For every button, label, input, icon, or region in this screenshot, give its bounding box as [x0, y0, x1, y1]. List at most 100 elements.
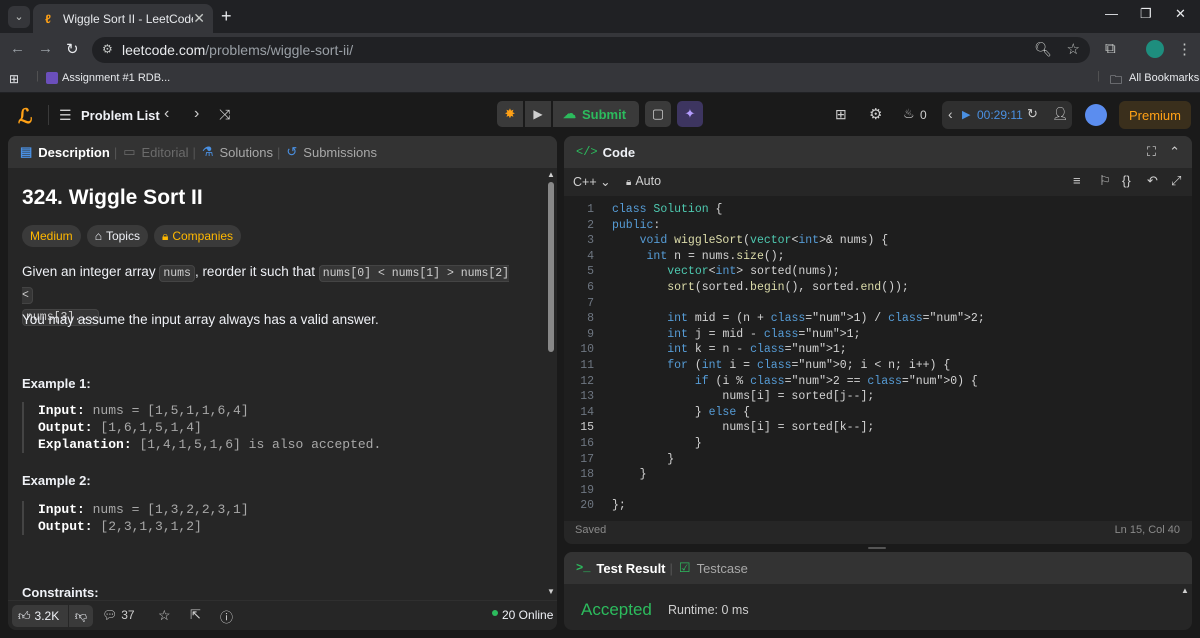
list-icon: ☰ [59, 107, 72, 123]
code-icon: </> [576, 145, 598, 159]
thumbs-down-icon[interactable]: 👎︎ [69, 605, 93, 627]
line-number: 1 [587, 203, 594, 216]
ai-sparkle-icon[interactable]: ✦ [677, 101, 703, 127]
close-window-button[interactable]: ✕ [1175, 6, 1186, 22]
online-dot-icon [492, 610, 498, 616]
tab-description[interactable]: ▤ Description [20, 144, 110, 160]
url-bar[interactable]: ⚙ leetcode.com/problems/wiggle-sort-ii/ … [92, 37, 1090, 63]
code-editor[interactable]: 1 class Solution {2 public: 3 void wiggleSo… [564, 196, 1192, 521]
checkbox-icon: ☑ [678, 560, 691, 575]
bookmark-star-icon[interactable]: ☆ [1067, 40, 1080, 58]
settings-icon[interactable]: ⚙ [869, 105, 882, 123]
problem-title[interactable]: 324. Wiggle Sort II [22, 186, 203, 210]
cursor-position: Ln 15, Col 40 [1114, 524, 1180, 536]
prev-problem-icon[interactable]: ‹ [164, 105, 169, 123]
problem-list-link[interactable]: Problem List [81, 108, 160, 123]
line-number: 10 [580, 343, 594, 357]
expand-editor-icon[interactable]: ⤢ [1171, 173, 1181, 189]
code-line: int n = nums.size(); [646, 249, 785, 263]
code-panel: </> Code ⛶ ⌃ C++ ⌄ 🔒︎ Auto ≡ ⚐ {} ↶ ⤢ 1 cl… [564, 136, 1192, 544]
code-line: }; [612, 499, 626, 513]
tab-test-result[interactable]: >_ Test Result [576, 561, 666, 576]
tab-testcase[interactable]: ☑ Testcase [679, 560, 748, 576]
tab-solutions[interactable]: ⚗ Solutions [202, 144, 273, 160]
apps-icon[interactable]: ⊞ [9, 72, 19, 86]
result-runtime: Runtime: 0 ms [668, 603, 749, 617]
tab-submissions[interactable]: ↺ Submissions [286, 144, 377, 160]
profile-avatar[interactable] [1146, 40, 1164, 58]
reset-code-icon[interactable]: ↶ [1147, 173, 1158, 189]
submit-button[interactable]: ☁ Submit [553, 101, 639, 127]
new-tab-button[interactable]: + [221, 6, 232, 27]
forward-icon[interactable]: → [38, 40, 53, 57]
folder-icon: 🗀 [1110, 73, 1123, 87]
code-line: } else { [612, 405, 751, 419]
code-line: class Solution { [612, 203, 723, 216]
bookmark-item[interactable]: Assignment #1 RDB... [62, 72, 170, 84]
companies-button[interactable]: 🔒︎ Companies [153, 225, 242, 247]
language-select[interactable]: C++ ⌄ [573, 174, 611, 189]
scrollbar-thumb[interactable] [548, 182, 554, 352]
extensions-icon[interactable]: ⧉ [1105, 40, 1116, 57]
description-icon: ▤ [20, 144, 33, 159]
zoom-icon[interactable]: 🔍︎ [1034, 41, 1052, 58]
streak-count: 0 [920, 108, 927, 122]
favorite-star-icon[interactable]: ☆ [158, 607, 171, 624]
restore-button[interactable]: ❐ [1140, 6, 1152, 22]
run-button[interactable]: ▶ [525, 101, 551, 127]
back-icon[interactable]: ← [10, 40, 25, 57]
help-icon[interactable]: ⓘ [220, 607, 233, 626]
reload-icon[interactable]: ↻ [66, 40, 79, 58]
comments-button[interactable]: 💬︎ 37 [102, 608, 135, 622]
code-line: nums[i] = sorted[k--]; [612, 421, 875, 435]
difficulty-badge: Medium [22, 225, 81, 247]
code-line: int k = n - class="num">1; [667, 343, 847, 357]
timer-reset-icon[interactable]: ↻ [1027, 106, 1038, 122]
code-line: sort(sorted.begin(), sorted.end()); [667, 281, 909, 294]
collapse-icon[interactable]: ⌃ [1169, 144, 1180, 160]
timer-display: 00:29:11 [977, 108, 1023, 122]
add-friend-icon[interactable]: 👤︎ [1052, 106, 1069, 122]
browser-tab[interactable]: ℓ Wiggle Sort II - LeetCode ✕ [33, 4, 213, 33]
description-tabs: ▤ Description | ▭ Editorial | ⚗ Solutions |… [8, 136, 557, 168]
code-line: public: [612, 218, 661, 232]
result-tabs: >_ Test Result | ☑ Testcase [564, 552, 1192, 584]
panel-resize-handle[interactable] [868, 547, 886, 549]
share-icon[interactable]: ⇱ [190, 607, 201, 623]
tab-search-button[interactable]: ⌄ [8, 5, 30, 28]
topics-button[interactable]: ⌂ Topics [86, 225, 148, 247]
example-1-block: Input: nums = [1,5,1,1,6,4] Output: [1,6… [22, 402, 381, 453]
like-button[interactable]: 👍︎ 3.2K [12, 605, 68, 627]
site-info-icon[interactable]: ⚙ [102, 42, 113, 56]
line-number: 17 [580, 452, 594, 466]
description-scrollbar[interactable]: ▲ ▼ [547, 170, 555, 600]
line-number: 2 [587, 218, 594, 232]
code-line: } [612, 452, 675, 466]
fullscreen-icon[interactable]: ⛶ [1147, 144, 1156, 160]
line-number: 20 [580, 499, 594, 513]
result-scrollbar[interactable]: ▲ [1181, 586, 1189, 595]
chrome-menu-icon[interactable]: ⋮ [1177, 40, 1192, 58]
timer-play-icon[interactable]: ▶ [962, 108, 970, 121]
all-bookmarks-link[interactable]: All Bookmarks [1129, 72, 1199, 84]
bookmark-icon[interactable]: ⚐ [1099, 173, 1111, 189]
close-tab-icon[interactable]: ✕ [193, 10, 205, 27]
code-line: for (int i = class="num">0; i < n; i++) … [667, 359, 951, 372]
timer-collapse-icon[interactable]: ‹ [948, 106, 953, 122]
note-icon[interactable]: ▢ [645, 101, 671, 127]
tab-editorial[interactable]: ▭ Editorial [123, 144, 188, 160]
leetcode-logo-icon[interactable]: ℒ [18, 104, 32, 129]
auto-mode[interactable]: 🔒︎ Auto [626, 174, 661, 188]
format-icon[interactable]: ≡ [1073, 173, 1081, 188]
minimize-button[interactable]: — [1105, 6, 1118, 21]
user-avatar[interactable] [1085, 104, 1107, 126]
editor-scrollbar[interactable] [1176, 202, 1182, 502]
next-problem-icon[interactable]: › [194, 105, 199, 123]
layout-icon[interactable]: ⊞ [835, 106, 847, 123]
shuffle-icon[interactable]: ⤨ [219, 106, 230, 123]
debug-icon[interactable]: ✸ [497, 101, 523, 127]
code-line: nums[i] = sorted[j--]; [612, 390, 875, 404]
braces-icon[interactable]: {} [1122, 173, 1131, 188]
premium-button[interactable]: Premium [1119, 101, 1191, 129]
code-panel-title: Code [602, 144, 636, 160]
